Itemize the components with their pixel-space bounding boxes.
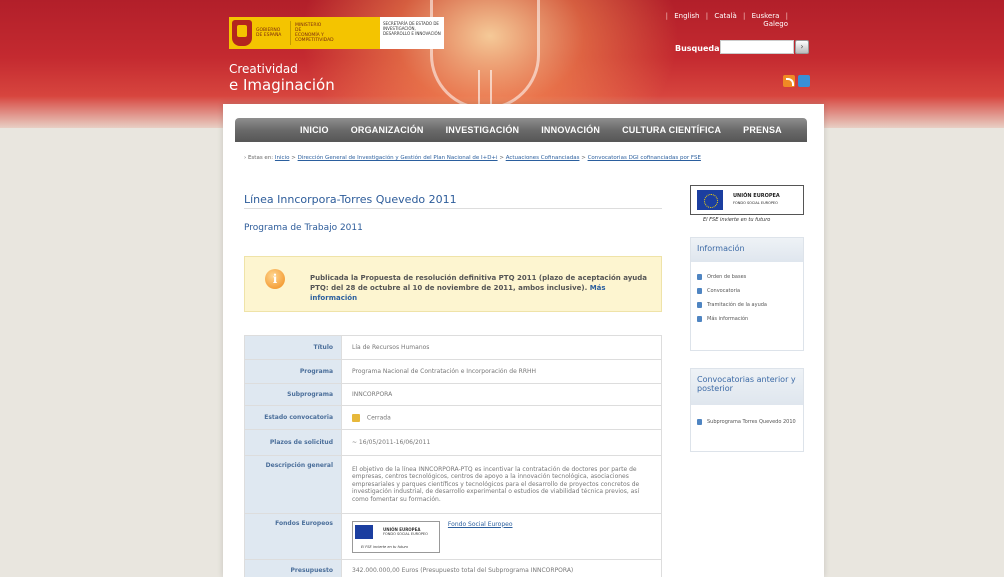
info-panel: Información Orden de bases Convocatoria … <box>690 237 804 351</box>
search-input[interactable] <box>720 40 794 54</box>
document-icon <box>697 288 702 294</box>
fondo-social-europeo-link[interactable]: Fondo Social Europeo <box>448 521 513 528</box>
details-table: Título Lía de Recursos Humanos Programa … <box>244 335 662 577</box>
label-programa: Programa <box>244 359 342 384</box>
eu-fse-mini-logo: UNIÓN EUROPEA FONDO SOCIAL EUROPEO El FS… <box>352 520 440 553</box>
table-row: Programa Programa Nacional de Contrataci… <box>244 359 662 384</box>
nav-prensa[interactable]: PRENSA <box>743 125 782 135</box>
eu-fse-caption: El FSE invierte en tu futuro <box>703 217 771 223</box>
breadcrumb-convocatorias[interactable]: Convocatorias DGI cofinanciadas por FSE <box>588 155 701 161</box>
main-nav: INICIO ORGANIZACIÓN INVESTIGACIÓN INNOVA… <box>235 118 807 142</box>
page-subtitle: Programa de Trabajo 2011 <box>244 223 363 233</box>
eu-flag-icon <box>355 524 373 539</box>
eu-fse-logo[interactable]: UNIÓN EUROPEA FONDO SOCIAL EUROPEO <box>690 185 804 215</box>
table-row: Descripción general El objetivo de la lí… <box>244 455 662 514</box>
convocatorias-panel-title: Convocatorias anterior y posterior <box>691 369 803 405</box>
search-label: Busqueda <box>675 44 720 53</box>
document-icon <box>697 274 702 280</box>
document-icon <box>697 302 702 308</box>
table-row: Presupuesto 342.000.000,00 Euros (Presup… <box>244 559 662 577</box>
table-row: Título Lía de Recursos Humanos <box>244 335 662 360</box>
language-switcher: | English | Català | Euskera | Galego <box>665 12 788 28</box>
site-title-line2: e Imaginación <box>229 76 335 94</box>
nav-inicio[interactable]: INICIO <box>300 125 329 135</box>
search-button[interactable]: › <box>795 40 809 54</box>
coat-of-arms-icon <box>232 20 252 46</box>
label-titulo: Título <box>244 335 342 360</box>
page-title: Línea Inncorpora-Torres Quevedo 2011 <box>244 193 457 206</box>
label-presupuesto: Presupuesto <box>244 559 342 577</box>
table-row: Estado convocatoria Cerrada <box>244 405 662 430</box>
notice-box: i Publicada la Propuesta de resolución d… <box>244 256 662 312</box>
lock-icon <box>352 413 360 422</box>
breadcrumb-inicio[interactable]: Inicio <box>275 155 290 161</box>
secretaria-logo[interactable]: SECRETARÍA DE ESTADO DE INVESTIGACIÓN, D… <box>380 17 444 49</box>
value-titulo: Lía de Recursos Humanos <box>341 335 662 360</box>
nav-innovacion[interactable]: INNOVACIÓN <box>541 125 600 135</box>
value-plazos: ~ 16/05/2011-16/06/2011 <box>341 429 662 456</box>
label-estado: Estado convocatoria <box>244 405 342 430</box>
title-divider <box>244 208 662 209</box>
table-row: Plazos de solicitud ~ 16/05/2011-16/06/2… <box>244 429 662 456</box>
breadcrumb-actuaciones[interactable]: Actuaciones Cofinanciadas <box>506 155 580 161</box>
link-convocatoria[interactable]: Convocatoria <box>691 284 803 298</box>
info-icon: i <box>265 269 285 289</box>
label-fondos: Fondos Europeos <box>244 513 342 560</box>
gobierno-logo[interactable]: GOBIERNO DE ESPAÑA MINISTERIO DE ECONOMÍ… <box>229 17 380 49</box>
eu-flag-icon <box>697 190 723 210</box>
nav-investigacion[interactable]: INVESTIGACIÓN <box>446 125 520 135</box>
document-icon <box>697 316 702 322</box>
info-panel-title: Información <box>691 238 803 262</box>
value-programa: Programa Nacional de Contratación e Inco… <box>341 359 662 384</box>
convocatorias-panel: Convocatorias anterior y posterior Subpr… <box>690 368 804 452</box>
site-title[interactable]: Creatividad e Imaginación <box>229 62 335 94</box>
gov-logo-text: GOBIERNO DE ESPAÑA <box>256 28 282 38</box>
label-subprograma: Subprograma <box>244 383 342 406</box>
link-tramitacion[interactable]: Tramitación de la ayuda <box>691 298 803 312</box>
site-title-line1: Creatividad <box>229 62 298 76</box>
breadcrumb: › Estas en: Inicio > Dirección General d… <box>244 155 701 161</box>
value-presupuesto: 342.000.000,00 Euros (Presupuesto total … <box>341 559 662 577</box>
table-row: Subprograma INNCORPORA <box>244 383 662 406</box>
link-torres-quevedo-2010[interactable]: Subprograma Torres Quevedo 2010 <box>691 415 803 429</box>
breadcrumb-prefix: Estas en: <box>247 155 274 161</box>
rss-icon[interactable] <box>783 75 795 87</box>
lang-catala[interactable]: Català <box>714 12 736 20</box>
breadcrumb-direccion-general[interactable]: Dirección General de Investigación y Ges… <box>298 155 498 161</box>
link-orden-de-bases[interactable]: Orden de bases <box>691 270 803 284</box>
label-plazos: Plazos de solicitud <box>244 429 342 456</box>
share-icon[interactable] <box>798 75 810 87</box>
table-row: Fondos Europeos UNIÓN EUROPEA FONDO SOCI… <box>244 513 662 560</box>
value-fondos: UNIÓN EUROPEA FONDO SOCIAL EUROPEO El FS… <box>341 513 662 560</box>
value-estado: Cerrada <box>341 405 662 430</box>
lang-english[interactable]: English <box>674 12 699 20</box>
lang-euskera[interactable]: Euskera <box>752 12 780 20</box>
ministry-logo-text: MINISTERIO DE ECONOMÍA Y COMPETITIVIDAD <box>295 23 334 43</box>
value-subprograma: INNCORPORA <box>341 383 662 406</box>
nav-cultura-cientifica[interactable]: CULTURA CIENTÍFICA <box>622 125 721 135</box>
document-icon <box>697 419 702 425</box>
value-descripcion: El objetivo de la línea INNCORPORA-PTQ e… <box>341 455 662 514</box>
link-mas-informacion[interactable]: Más información <box>691 312 803 326</box>
nav-organizacion[interactable]: ORGANIZACIÓN <box>351 125 424 135</box>
lang-galego[interactable]: Galego <box>763 20 788 28</box>
label-descripcion: Descripción general <box>244 455 342 514</box>
notice-text: Publicada la Propuesta de resolución def… <box>310 274 647 302</box>
